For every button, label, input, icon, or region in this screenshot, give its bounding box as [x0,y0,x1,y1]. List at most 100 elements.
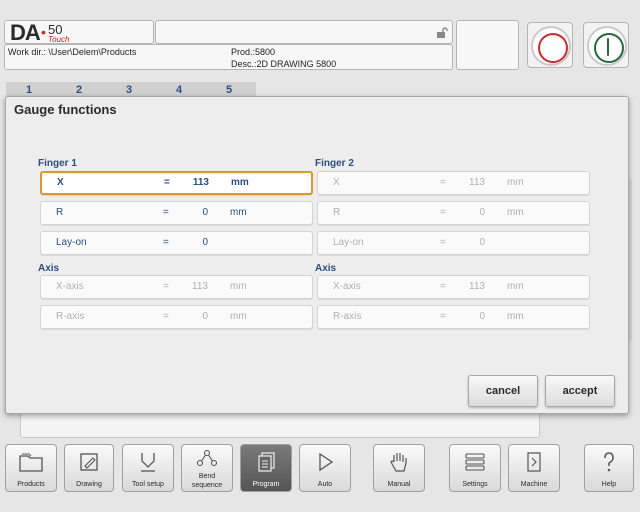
finger1-x-name: X [57,177,64,188]
axis2-raxis-field: R-axis = 0 mm [317,305,590,329]
nav-settings-label: Settings [462,481,488,488]
dialog-title: Gauge functions [14,102,117,117]
axis1-raxis-eq: = [163,311,169,322]
gauge-functions-dialog: Gauge functions Finger 1 X = 113 mm R = … [5,96,629,414]
axis2-raxis-name: R-axis [333,311,362,322]
nav-help-button[interactable]: Help [584,444,634,492]
cancel-button[interactable]: cancel [468,375,538,407]
axis1-raxis-value: 0 [202,311,208,322]
axis1-label: Axis [38,263,60,274]
unlock-icon[interactable] [436,27,448,39]
step-tab-1[interactable]: 1 [14,82,44,96]
product-id: Prod.:5800 [231,47,276,57]
finger1-x-field[interactable]: X = 113 mm [40,171,313,195]
tool-setup-icon [141,453,155,472]
finger1-layon-value: 0 [202,237,208,248]
help-icon [604,452,614,472]
axis2-raxis-eq: = [440,311,446,322]
finger2-x-value: 113 [469,177,485,188]
nav-products-button[interactable]: Products [5,444,57,492]
step-tab-5[interactable]: 5 [214,82,244,96]
axis1-xaxis-field: X-axis = 113 mm [40,275,313,299]
nav-settings-button[interactable]: Settings [449,444,501,492]
nav-program-label: Program [252,481,280,488]
finger1-layon-name: Lay-on [56,237,87,248]
bend-sequence-icon [196,449,218,467]
accept-button[interactable]: accept [545,375,615,407]
axis2-xaxis-eq: = [440,281,446,292]
finger2-r-name: R [333,207,341,218]
axis1-xaxis-name: X-axis [56,281,84,292]
logo-da: DA [10,20,41,45]
settings-list-icon [465,453,485,471]
nav-program-button[interactable]: Program [240,444,292,492]
step-tab-3[interactable]: 3 [114,82,144,96]
logo-touch: Touch [48,35,70,44]
nav-auto-label: Auto [317,481,333,488]
axis1-xaxis-value: 113 [192,281,208,292]
finger2-r-value: 0 [479,207,485,218]
nav-machine-label: Machine [520,481,548,488]
info-bar: Work dir.: \User\Delem\Products Prod.:58… [4,44,453,70]
finger2-layon-name: Lay-on [333,237,364,248]
finger1-r-field[interactable]: R = 0 mm [40,201,313,225]
finger1-r-unit: mm [230,207,247,218]
finger2-r-field: R = 0 mm [317,201,590,225]
axis1-raxis-field: R-axis = 0 mm [40,305,313,329]
finger2-x-name: X [333,177,340,188]
finger1-label: Finger 1 [38,158,77,169]
finger1-r-eq: = [163,207,169,218]
work-dir: Work dir.: \User\Delem\Products [8,47,137,57]
nav-auto-button[interactable]: Auto [299,444,351,492]
logo-dot: • [41,24,46,40]
nav-drawing-label: Drawing [76,481,102,488]
finger1-r-value: 0 [202,207,208,218]
nav-drawing-button[interactable]: Drawing [64,444,114,492]
start-button[interactable] [583,22,629,68]
axis2-xaxis-field: X-axis = 113 mm [317,275,590,299]
axis1-raxis-name: R-axis [56,311,85,322]
axis1-xaxis-unit: mm [230,281,247,292]
axis1-raxis-unit: mm [230,311,247,322]
axis2-xaxis-name: X-axis [333,281,361,292]
finger2-layon-value: 0 [479,237,485,248]
start-icon [587,26,627,66]
finger2-label: Finger 2 [315,158,354,169]
stop-icon [531,26,571,66]
header-empty-box [456,20,519,70]
nav-manual-button[interactable]: Manual [373,444,425,492]
hand-icon [390,453,407,472]
finger2-layon-eq: = [440,237,446,248]
axis2-raxis-unit: mm [507,311,524,322]
nav-bend-sequence-label-1: Bend [198,473,216,480]
nav-manual-label: Manual [387,481,411,488]
nav-help-label: Help [601,481,617,488]
play-icon [319,452,334,472]
axis2-xaxis-value: 113 [469,281,485,292]
program-icon [258,452,275,472]
axis2-raxis-value: 0 [479,311,485,322]
stop-button[interactable] [527,22,573,68]
nav-tool-setup-button[interactable]: Tool setup [122,444,174,492]
finger1-layon-eq: = [163,237,169,248]
step-tabs: 1 2 3 4 5 [6,82,256,96]
status-bar-top [155,20,453,44]
nav-tool-setup-label: Tool setup [132,481,164,488]
finger2-layon-field: Lay-on = 0 [317,231,590,255]
finger2-x-unit: mm [507,177,524,188]
folder-icon [19,453,43,472]
finger2-x-field: X = 113 mm [317,171,590,195]
finger2-r-unit: mm [507,207,524,218]
finger2-r-eq: = [440,207,446,218]
axis2-xaxis-unit: mm [507,281,524,292]
nav-machine-button[interactable]: Machine [508,444,560,492]
axis1-xaxis-eq: = [163,281,169,292]
finger1-layon-field[interactable]: Lay-on = 0 [40,231,313,255]
finger1-x-unit: mm [231,177,249,188]
step-tab-4[interactable]: 4 [164,82,194,96]
nav-bend-sequence-button[interactable]: Bend sequence [181,444,233,492]
nav-bend-sequence-label-2: sequence [191,482,223,489]
product-desc: Desc.:2D DRAWING 5800 [231,59,337,69]
drawing-icon [80,453,98,471]
step-tab-2[interactable]: 2 [64,82,94,96]
